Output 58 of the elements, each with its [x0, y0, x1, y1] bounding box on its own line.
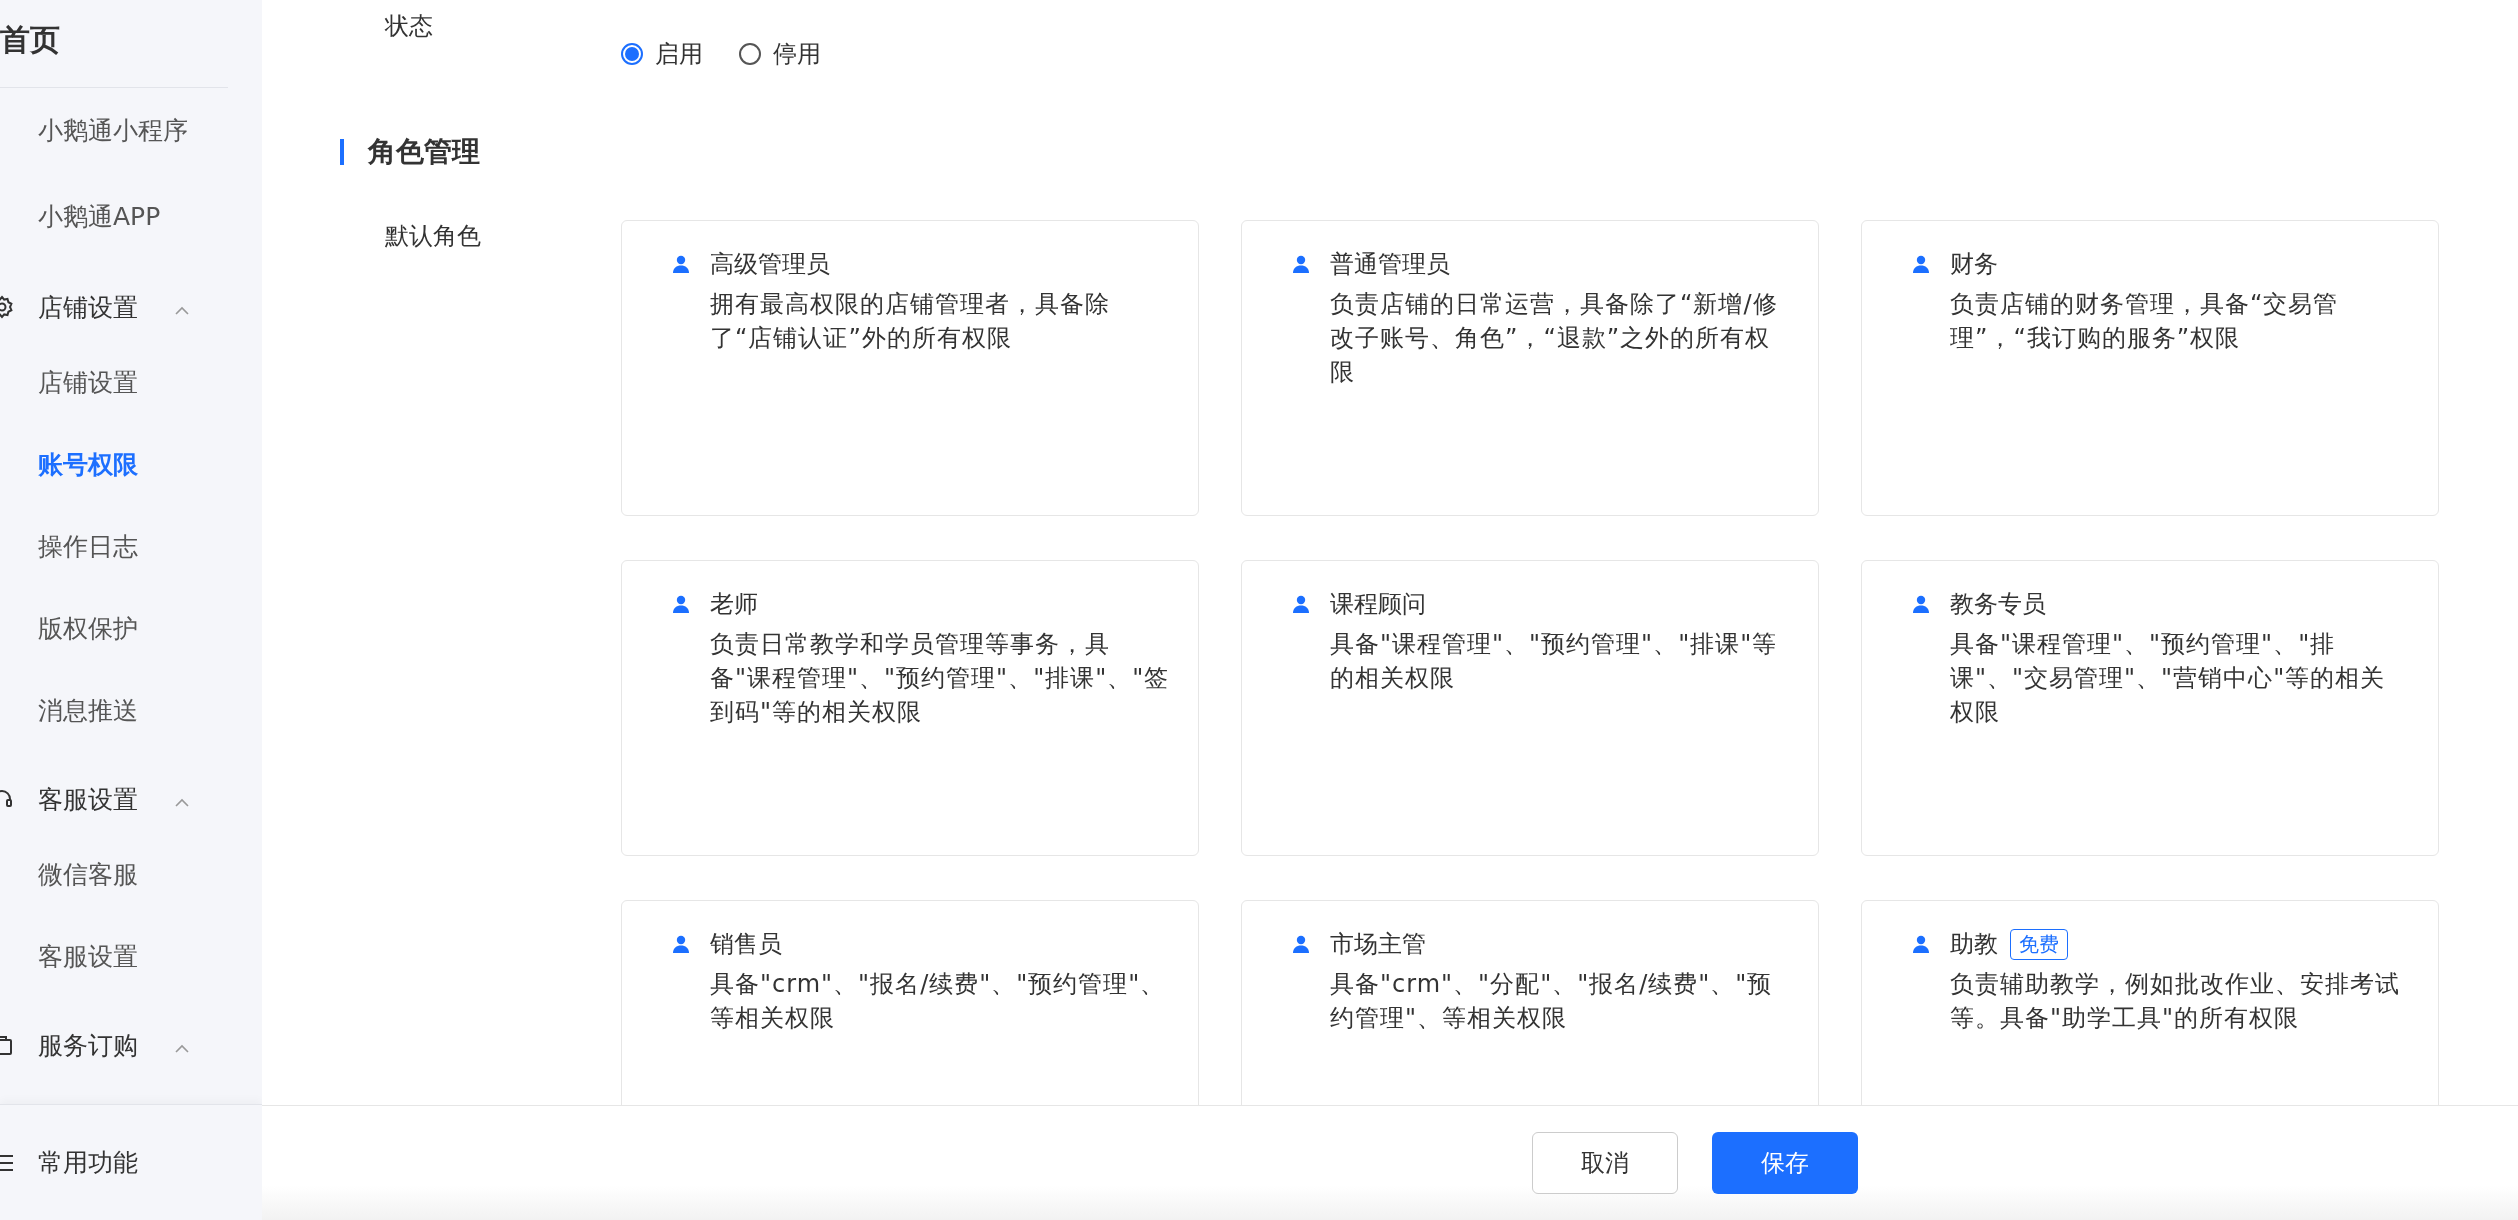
role-card[interactable]: 教务专员 具备"课程管理"、"预约管理"、"排课"、"交易管理"、"营销中心"等的相关权限 [1861, 560, 2439, 856]
sidebar-item[interactable]: 操作日志 [0, 506, 262, 588]
role-description: 具备"课程管理"、"预约管理"、"排课"等的相关权限 [1330, 629, 1779, 694]
field-label: 状态 [384, 11, 434, 42]
sidebar-item[interactable]: 店铺设置 [0, 342, 262, 424]
user-icon [672, 255, 690, 273]
user-icon [672, 595, 690, 613]
section-title: 角色管理 [368, 134, 480, 170]
role-title: 助教 [1950, 929, 1998, 960]
role-title: 销售员 [710, 929, 782, 960]
chevron-up-icon [174, 305, 190, 316]
chevron-up-icon [174, 1043, 190, 1054]
user-icon [1292, 255, 1310, 273]
save-button[interactable]: 保存 [1712, 1132, 1858, 1194]
role-description: 负责店铺的日常运营，具备除了“新增/修改子账号、角色”，“退款”之外的所有权限 [1330, 289, 1779, 388]
role-card[interactable]: 普通管理员 负责店铺的日常运营，具备除了“新增/修改子账号、角色”，“退款”之外的所有权限 [1241, 220, 1819, 516]
user-icon [1912, 935, 1930, 953]
role-description: 拥有最高权限的店铺管理者，具备除了“店铺认证”外的所有权限 [710, 289, 1111, 354]
role-title: 财务 [1950, 249, 1998, 280]
role-description: 负责日常教学和学员管理等事务，具备"课程管理"、"预约管理"、"排课"、"签到码"等的相关权限 [710, 629, 1170, 728]
chevron-up-icon [174, 797, 190, 808]
sidebar-group[interactable]: 服务订购 [38, 1028, 138, 1062]
sidebar-heading[interactable]: 首页 [0, 20, 228, 88]
radio-option[interactable]: 启用 [621, 18, 703, 90]
role-description: 具备"crm"、"报名/续费"、"预约管理"、等相关权限 [710, 969, 1167, 1034]
badge: 免费 [2010, 928, 2068, 960]
role-card[interactable]: 财务 负责店铺的财务管理，具备“交易管理”，“我订购的服务”权限 [1861, 220, 2439, 516]
radio-option[interactable]: 停用 [739, 18, 821, 90]
sidebar-item[interactable]: 微信客服 [0, 834, 262, 916]
sidebar-item[interactable]: 常用功能 [38, 1146, 138, 1179]
sidebar-item[interactable]: 版权保护 [0, 588, 262, 670]
role-card[interactable]: 老师 负责日常教学和学员管理等事务，具备"课程管理"、"预约管理"、"排课"、"签到码"等的相关权限 [621, 560, 1199, 856]
user-icon [1912, 255, 1930, 273]
role-description: 具备"课程管理"、"预约管理"、"排课"、"交易管理"、"营销中心"等的相关权限 [1950, 629, 2387, 728]
role-title: 市场主管 [1330, 929, 1426, 960]
role-title: 普通管理员 [1330, 249, 1450, 280]
sidebar-item[interactable]: 小鹅通APP [0, 174, 262, 260]
cancel-button[interactable]: 取消 [1532, 1132, 1678, 1194]
user-icon [672, 935, 690, 953]
role-title: 教务专员 [1950, 589, 2046, 620]
user-icon [1912, 595, 1930, 613]
role-title: 老师 [710, 589, 758, 620]
role-card[interactable]: 高级管理员 拥有最高权限的店铺管理者，具备除了“店铺认证”外的所有权限 [621, 220, 1199, 516]
user-icon [1292, 595, 1310, 613]
field-label: 默认角色 [384, 221, 482, 252]
user-icon [1292, 935, 1310, 953]
role-description: 负责店铺的财务管理，具备“交易管理”，“我订购的服务”权限 [1950, 289, 2340, 354]
role-card[interactable]: 课程顾问 具备"课程管理"、"预约管理"、"排课"等的相关权限 [1241, 560, 1819, 856]
sidebar-item[interactable]: 客服设置 [0, 916, 262, 998]
role-description: 负责辅助教学，例如批改作业、安排考试等。具备"助学工具"的所有权限 [1950, 969, 2401, 1034]
role-title: 高级管理员 [710, 249, 830, 280]
sidebar-group[interactable]: 客服设置 [38, 782, 138, 816]
sidebar-item[interactable]: 小鹅通小程序 [0, 88, 262, 174]
sidebar-group[interactable]: 店铺设置 [38, 290, 138, 324]
sidebar-item[interactable]: 账号权限 [0, 424, 262, 506]
role-title: 课程顾问 [1330, 589, 1426, 620]
sidebar-item[interactable]: 消息推送 [0, 670, 262, 752]
role-description: 具备"crm"、"分配"、"报名/续费"、"预约管理"、等相关权限 [1330, 969, 1774, 1034]
